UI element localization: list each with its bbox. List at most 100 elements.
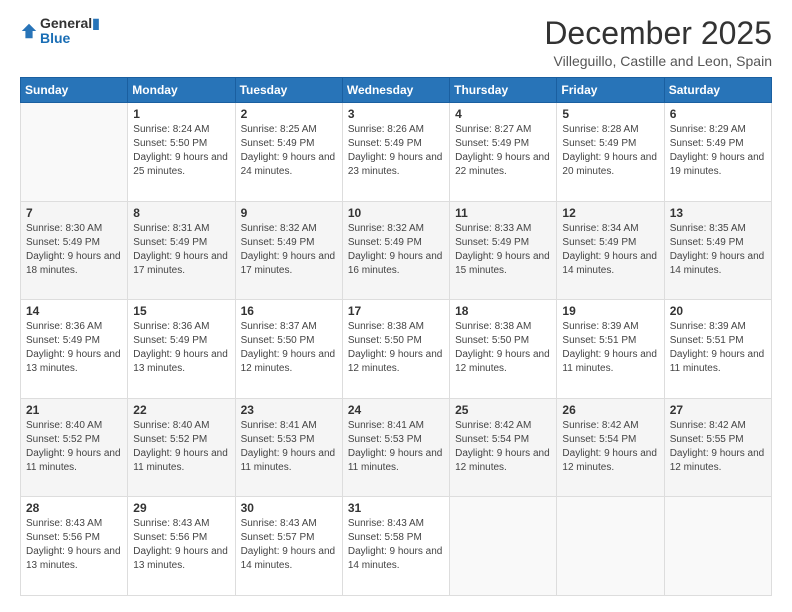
calendar-cell-0-0	[21, 103, 128, 202]
calendar-cell-0-3: 3 Sunrise: 8:26 AM Sunset: 5:49 PM Dayli…	[342, 103, 449, 202]
calendar-cell-3-3: 24 Sunrise: 8:41 AM Sunset: 5:53 PM Dayl…	[342, 398, 449, 497]
col-monday: Monday	[128, 78, 235, 103]
day-daylight: Daylight: 9 hours and 13 minutes.	[26, 546, 121, 571]
calendar-cell-1-3: 10 Sunrise: 8:32 AM Sunset: 5:49 PM Dayl…	[342, 201, 449, 300]
day-sunset: Sunset: 5:49 PM	[348, 138, 422, 149]
day-daylight: Daylight: 9 hours and 11 minutes.	[562, 349, 657, 374]
calendar-week-3: 21 Sunrise: 8:40 AM Sunset: 5:52 PM Dayl…	[21, 398, 772, 497]
calendar-week-4: 28 Sunrise: 8:43 AM Sunset: 5:56 PM Dayl…	[21, 497, 772, 596]
day-number: 14	[26, 304, 122, 318]
day-sunrise: Sunrise: 8:43 AM	[348, 518, 424, 529]
calendar-cell-4-6	[664, 497, 771, 596]
day-daylight: Daylight: 9 hours and 12 minutes.	[670, 448, 765, 473]
day-daylight: Daylight: 9 hours and 25 minutes.	[133, 152, 228, 177]
day-daylight: Daylight: 9 hours and 18 minutes.	[26, 251, 121, 276]
day-daylight: Daylight: 9 hours and 14 minutes.	[670, 251, 765, 276]
calendar-cell-3-6: 27 Sunrise: 8:42 AM Sunset: 5:55 PM Dayl…	[664, 398, 771, 497]
day-sunrise: Sunrise: 8:42 AM	[455, 420, 531, 431]
day-sunrise: Sunrise: 8:30 AM	[26, 223, 102, 234]
day-sunset: Sunset: 5:52 PM	[133, 434, 207, 445]
day-sunrise: Sunrise: 8:29 AM	[670, 124, 746, 135]
calendar-week-2: 14 Sunrise: 8:36 AM Sunset: 5:49 PM Dayl…	[21, 300, 772, 399]
day-sunset: Sunset: 5:49 PM	[455, 237, 529, 248]
day-number: 20	[670, 304, 766, 318]
page: General▮ Blue December 2025 Villeguillo,…	[0, 0, 792, 612]
calendar-cell-2-5: 19 Sunrise: 8:39 AM Sunset: 5:51 PM Dayl…	[557, 300, 664, 399]
calendar-cell-2-6: 20 Sunrise: 8:39 AM Sunset: 5:51 PM Dayl…	[664, 300, 771, 399]
calendar-header-row: Sunday Monday Tuesday Wednesday Thursday…	[21, 78, 772, 103]
day-sunrise: Sunrise: 8:32 AM	[241, 223, 317, 234]
day-sunrise: Sunrise: 8:31 AM	[133, 223, 209, 234]
day-number: 30	[241, 501, 337, 515]
day-sunset: Sunset: 5:52 PM	[26, 434, 100, 445]
day-sunset: Sunset: 5:56 PM	[26, 532, 100, 543]
day-daylight: Daylight: 9 hours and 20 minutes.	[562, 152, 657, 177]
calendar-cell-0-1: 1 Sunrise: 8:24 AM Sunset: 5:50 PM Dayli…	[128, 103, 235, 202]
calendar-week-0: 1 Sunrise: 8:24 AM Sunset: 5:50 PM Dayli…	[21, 103, 772, 202]
day-sunrise: Sunrise: 8:43 AM	[241, 518, 317, 529]
day-daylight: Daylight: 9 hours and 12 minutes.	[562, 448, 657, 473]
day-number: 16	[241, 304, 337, 318]
day-sunrise: Sunrise: 8:26 AM	[348, 124, 424, 135]
calendar-cell-0-5: 5 Sunrise: 8:28 AM Sunset: 5:49 PM Dayli…	[557, 103, 664, 202]
day-number: 9	[241, 206, 337, 220]
calendar-cell-2-4: 18 Sunrise: 8:38 AM Sunset: 5:50 PM Dayl…	[450, 300, 557, 399]
day-sunrise: Sunrise: 8:38 AM	[455, 321, 531, 332]
day-number: 17	[348, 304, 444, 318]
day-sunset: Sunset: 5:50 PM	[455, 335, 529, 346]
day-daylight: Daylight: 9 hours and 23 minutes.	[348, 152, 443, 177]
day-daylight: Daylight: 9 hours and 15 minutes.	[455, 251, 550, 276]
col-sunday: Sunday	[21, 78, 128, 103]
day-daylight: Daylight: 9 hours and 17 minutes.	[241, 251, 336, 276]
day-sunset: Sunset: 5:49 PM	[26, 335, 100, 346]
day-daylight: Daylight: 9 hours and 12 minutes.	[348, 349, 443, 374]
day-sunset: Sunset: 5:54 PM	[455, 434, 529, 445]
day-daylight: Daylight: 9 hours and 17 minutes.	[133, 251, 228, 276]
day-daylight: Daylight: 9 hours and 13 minutes.	[133, 546, 228, 571]
day-sunrise: Sunrise: 8:41 AM	[241, 420, 317, 431]
day-number: 19	[562, 304, 658, 318]
day-sunrise: Sunrise: 8:36 AM	[26, 321, 102, 332]
logo: General▮ Blue	[20, 16, 100, 47]
day-number: 13	[670, 206, 766, 220]
day-daylight: Daylight: 9 hours and 19 minutes.	[670, 152, 765, 177]
day-number: 31	[348, 501, 444, 515]
day-daylight: Daylight: 9 hours and 11 minutes.	[26, 448, 121, 473]
day-sunset: Sunset: 5:49 PM	[26, 237, 100, 248]
day-daylight: Daylight: 9 hours and 22 minutes.	[455, 152, 550, 177]
day-sunrise: Sunrise: 8:28 AM	[562, 124, 638, 135]
day-sunrise: Sunrise: 8:40 AM	[133, 420, 209, 431]
calendar-cell-2-2: 16 Sunrise: 8:37 AM Sunset: 5:50 PM Dayl…	[235, 300, 342, 399]
col-saturday: Saturday	[664, 78, 771, 103]
day-number: 5	[562, 107, 658, 121]
day-sunset: Sunset: 5:49 PM	[133, 237, 207, 248]
title-block: December 2025 Villeguillo, Castille and …	[544, 16, 772, 69]
day-sunset: Sunset: 5:49 PM	[562, 138, 636, 149]
day-sunset: Sunset: 5:51 PM	[670, 335, 744, 346]
day-sunrise: Sunrise: 8:42 AM	[670, 420, 746, 431]
day-daylight: Daylight: 9 hours and 13 minutes.	[133, 349, 228, 374]
calendar-cell-3-5: 26 Sunrise: 8:42 AM Sunset: 5:54 PM Dayl…	[557, 398, 664, 497]
day-sunrise: Sunrise: 8:33 AM	[455, 223, 531, 234]
day-daylight: Daylight: 9 hours and 12 minutes.	[455, 448, 550, 473]
day-sunrise: Sunrise: 8:40 AM	[26, 420, 102, 431]
day-daylight: Daylight: 9 hours and 11 minutes.	[670, 349, 765, 374]
day-sunrise: Sunrise: 8:32 AM	[348, 223, 424, 234]
day-sunrise: Sunrise: 8:27 AM	[455, 124, 531, 135]
day-sunrise: Sunrise: 8:39 AM	[670, 321, 746, 332]
day-daylight: Daylight: 9 hours and 11 minutes.	[133, 448, 228, 473]
day-sunrise: Sunrise: 8:38 AM	[348, 321, 424, 332]
calendar-cell-4-0: 28 Sunrise: 8:43 AM Sunset: 5:56 PM Dayl…	[21, 497, 128, 596]
day-daylight: Daylight: 9 hours and 11 minutes.	[348, 448, 443, 473]
calendar-cell-1-1: 8 Sunrise: 8:31 AM Sunset: 5:49 PM Dayli…	[128, 201, 235, 300]
day-sunrise: Sunrise: 8:25 AM	[241, 124, 317, 135]
calendar-cell-4-4	[450, 497, 557, 596]
calendar-cell-4-1: 29 Sunrise: 8:43 AM Sunset: 5:56 PM Dayl…	[128, 497, 235, 596]
header: General▮ Blue December 2025 Villeguillo,…	[20, 16, 772, 69]
day-sunset: Sunset: 5:49 PM	[241, 138, 315, 149]
day-daylight: Daylight: 9 hours and 12 minutes.	[241, 349, 336, 374]
day-sunset: Sunset: 5:53 PM	[241, 434, 315, 445]
day-sunrise: Sunrise: 8:39 AM	[562, 321, 638, 332]
day-number: 4	[455, 107, 551, 121]
day-number: 8	[133, 206, 229, 220]
